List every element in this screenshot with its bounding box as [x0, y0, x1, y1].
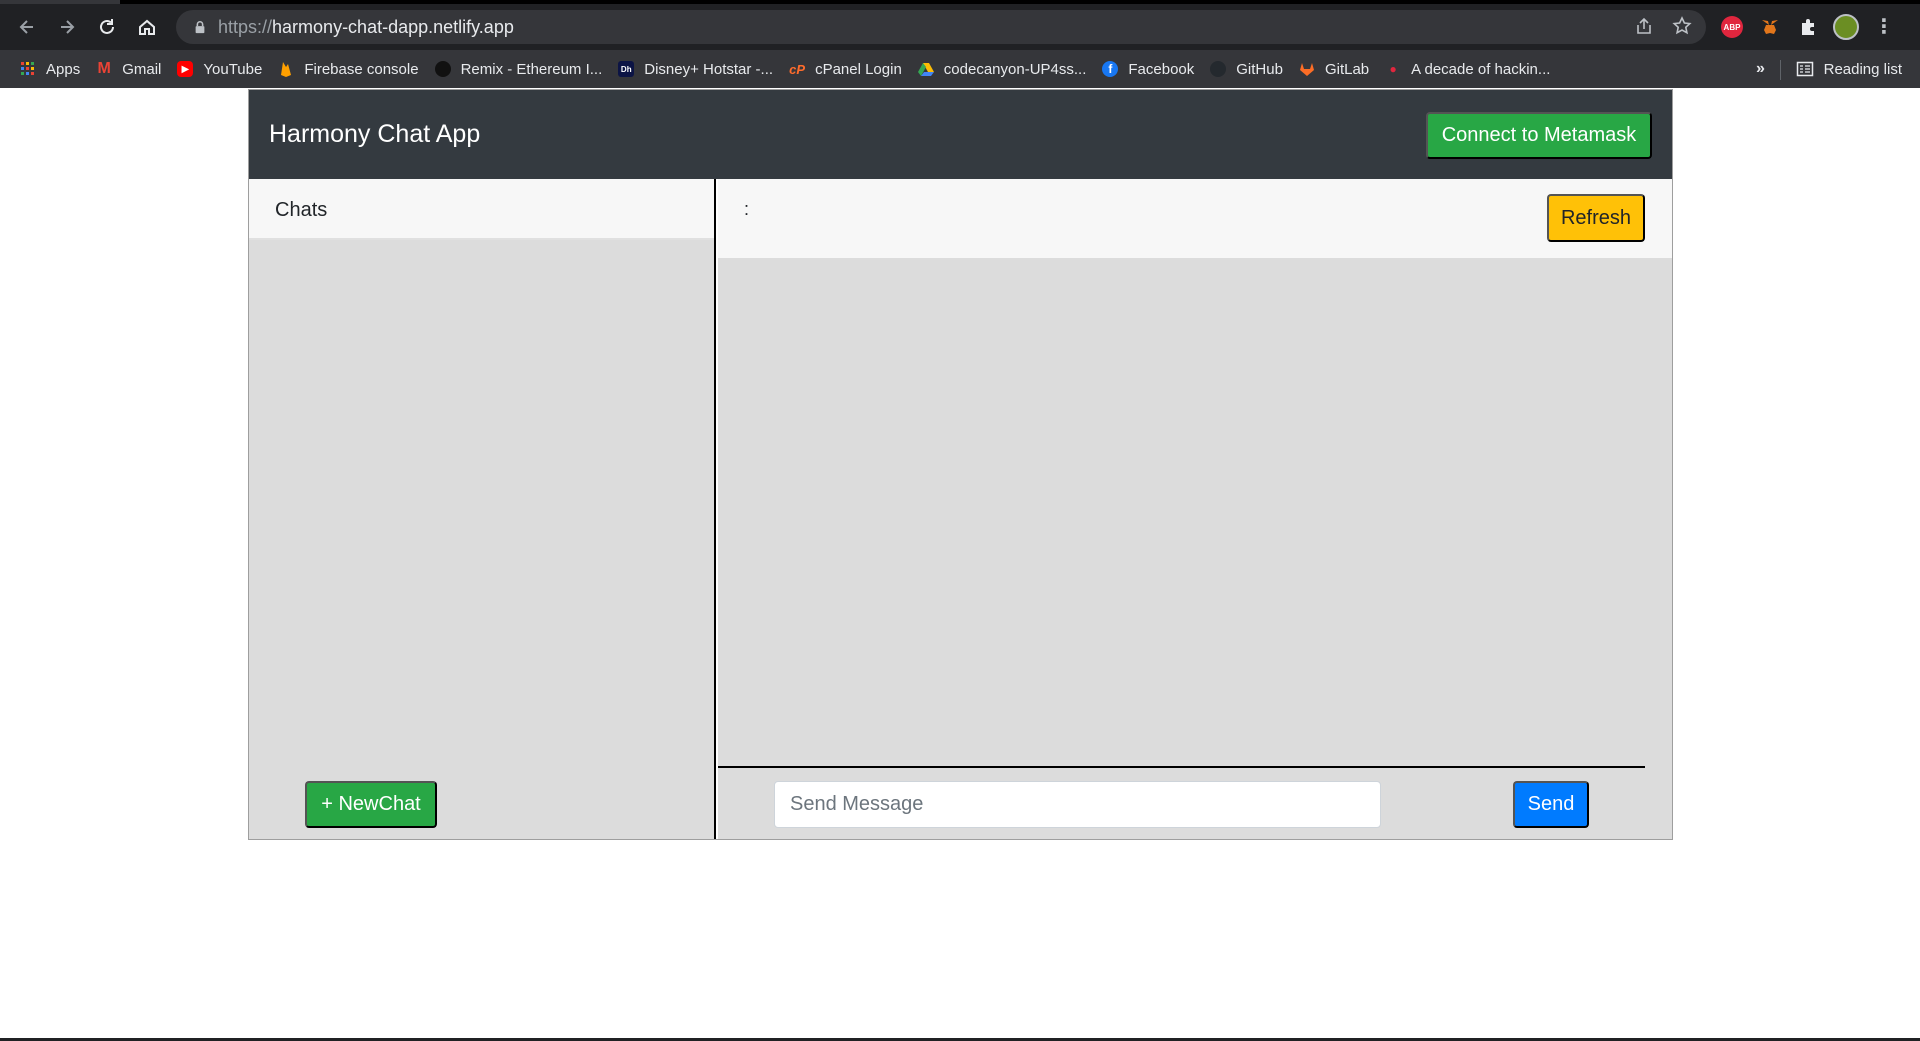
github-icon: [1210, 61, 1227, 77]
share-icon[interactable]: [1634, 16, 1654, 41]
new-chat-button[interactable]: + NewChat: [305, 781, 437, 828]
bookmark-gitlab[interactable]: GitLab: [1291, 55, 1377, 83]
reading-list-button[interactable]: Reading list: [1796, 55, 1902, 83]
app-navbar: Harmony Chat App Connect to Metamask: [249, 90, 1672, 179]
site-icon: ●: [1389, 62, 1397, 76]
reading-list-icon: [1796, 60, 1814, 78]
message-input[interactable]: [774, 781, 1381, 828]
bookmark-gmail[interactable]: M Gmail: [88, 55, 169, 83]
bookmark-label: A decade of hackin...: [1411, 60, 1551, 78]
more-bookmarks-button[interactable]: »: [1756, 55, 1765, 83]
extensions-puzzle-icon[interactable]: [1794, 13, 1822, 41]
bookmark-youtube[interactable]: ▶ YouTube: [169, 55, 270, 83]
home-icon: [139, 19, 155, 35]
chats-header: Chats: [249, 179, 714, 240]
bookmark-hotstar[interactable]: Dh Disney+ Hotstar -...: [610, 55, 781, 83]
bookmark-github[interactable]: GitHub: [1202, 55, 1291, 83]
bookmark-codecanyon[interactable]: codecanyon-UP4ss...: [910, 55, 1095, 83]
bookmark-label: GitLab: [1324, 60, 1370, 78]
cpanel-icon: cP: [789, 61, 806, 77]
bookmark-label: Apps: [46, 60, 81, 78]
address-bar[interactable]: https://harmony-chat-dapp.netlify.app: [176, 10, 1706, 44]
youtube-icon: ▶: [177, 61, 194, 77]
bookmark-apps[interactable]: Apps: [12, 55, 88, 83]
remix-icon: [434, 61, 451, 77]
gmail-icon: M: [97, 60, 111, 77]
browser-chrome: https://harmony-chat-dapp.netlify.app AB…: [0, 0, 1920, 88]
arrow-right-icon: [61, 20, 75, 34]
connect-metamask-button[interactable]: Connect to Metamask: [1426, 112, 1652, 159]
refresh-button[interactable]: Refresh: [1547, 194, 1645, 242]
facebook-icon: f: [1102, 61, 1119, 77]
gitlab-icon: [1299, 61, 1315, 77]
arrow-left-icon: [19, 20, 33, 34]
bookmark-label: cPanel Login: [815, 60, 902, 78]
bookmark-label: Facebook: [1128, 60, 1195, 78]
lock-icon[interactable]: [192, 19, 208, 35]
chat-header-title: :: [744, 199, 750, 219]
bookmark-label: Remix - Ethereum I...: [460, 60, 603, 78]
forward-button[interactable]: [52, 12, 82, 42]
chat-header: : Refresh: [718, 179, 1672, 258]
bookmark-facebook[interactable]: f Facebook: [1094, 55, 1202, 83]
profile-avatar[interactable]: [1832, 13, 1860, 41]
bookmark-label: Firebase console: [304, 60, 419, 78]
bookmarks-bar: Apps M Gmail ▶ YouTube Firebase console …: [0, 50, 1920, 88]
bookmark-label: YouTube: [203, 60, 263, 78]
url-text: https://harmony-chat-dapp.netlify.app: [218, 16, 514, 37]
browser-toolbar: https://harmony-chat-dapp.netlify.app AB…: [0, 4, 1920, 50]
bookmark-remix[interactable]: Remix - Ethereum I...: [427, 55, 611, 83]
bookmark-label: Disney+ Hotstar -...: [644, 60, 774, 78]
reload-icon: [100, 19, 114, 34]
chat-panel: : Refresh Send: [718, 179, 1672, 839]
bookmark-firebase[interactable]: Firebase console: [270, 55, 426, 83]
metamask-extension-icon[interactable]: [1756, 13, 1784, 41]
hotstar-icon: Dh: [618, 61, 635, 77]
bookmarks-divider: [1780, 60, 1781, 80]
apps-grid-icon: [20, 61, 36, 77]
reading-list-label: Reading list: [1823, 60, 1902, 78]
bookmark-decade-of-hacking[interactable]: ● A decade of hackin...: [1377, 55, 1558, 83]
bookmark-label: Gmail: [122, 60, 162, 78]
adblock-extension-icon[interactable]: ABP: [1718, 13, 1746, 41]
chat-app: Harmony Chat App Connect to Metamask Cha…: [248, 89, 1673, 840]
home-button[interactable]: [132, 12, 162, 42]
message-area-divider: [718, 766, 1645, 768]
chats-title: Chats: [275, 199, 328, 221]
send-button[interactable]: Send: [1513, 781, 1589, 828]
firebase-icon: [278, 61, 294, 77]
google-drive-icon: [917, 61, 934, 77]
bookmark-label: codecanyon-UP4ss...: [943, 60, 1087, 78]
app-brand[interactable]: Harmony Chat App: [269, 120, 480, 149]
bookmark-label: GitHub: [1236, 60, 1283, 78]
reload-button[interactable]: [92, 12, 122, 42]
star-icon[interactable]: [1672, 16, 1692, 41]
chats-sidebar: Chats + NewChat: [249, 179, 716, 839]
back-button[interactable]: [12, 12, 42, 42]
more-menu-icon[interactable]: ⋮: [1870, 13, 1898, 41]
bookmark-cpanel[interactable]: cP cPanel Login: [781, 55, 910, 83]
